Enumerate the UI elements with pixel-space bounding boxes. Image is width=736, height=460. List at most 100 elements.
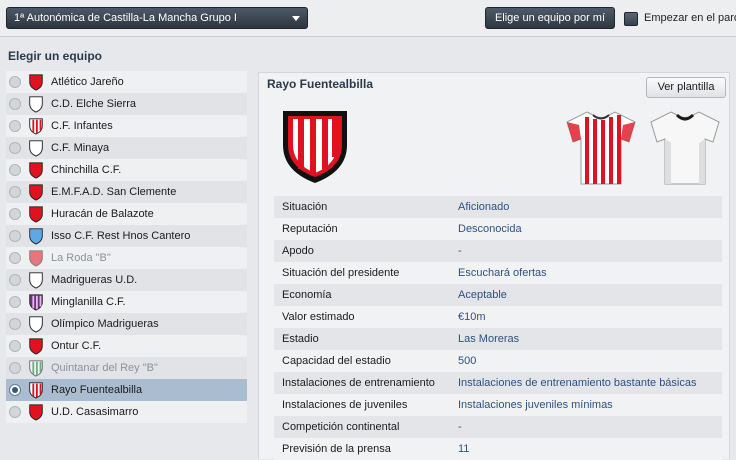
home-kit-shirt-icon <box>566 111 636 185</box>
blue-shield-crest-icon <box>29 228 43 245</box>
start-unemployed-label: Empezar en el paro <box>644 12 736 24</box>
team-name: U.D. Casasimarro <box>51 406 139 418</box>
info-label: Capacidad del estadio <box>282 355 391 367</box>
radio-button[interactable] <box>9 362 21 374</box>
info-row: Previsión de la prensa 11 <box>274 438 722 460</box>
white-shield-crest-icon <box>29 316 43 333</box>
info-row: Reputación Desconocida <box>274 218 722 240</box>
team-row[interactable]: La Roda "B" <box>6 247 247 269</box>
team-row[interactable]: E.M.F.A.D. San Clemente <box>6 181 247 203</box>
top-bar: 1ª Autonómica de Castilla-La Mancha Grup… <box>0 0 736 37</box>
start-unemployed-checkbox[interactable] <box>624 12 638 26</box>
info-value: Desconocida <box>458 223 522 235</box>
info-label: Reputación <box>282 223 338 235</box>
team-info-table: Situación Aficionado Reputación Desconocid… <box>274 196 722 460</box>
white-shield-crest-icon <box>29 272 43 289</box>
radio-button[interactable] <box>9 120 21 132</box>
radio-button[interactable] <box>9 296 21 308</box>
team-name: C.D. Elche Sierra <box>51 98 136 110</box>
chevron-down-icon <box>292 16 300 21</box>
radio-button-selected[interactable] <box>9 384 21 396</box>
info-row: Instalaciones de juveniles Instalaciones … <box>274 394 722 416</box>
team-name: Rayo Fuentealbilla <box>51 384 143 396</box>
radio-button[interactable] <box>9 98 21 110</box>
team-name: Ontur C.F. <box>51 340 102 352</box>
info-label: Apodo <box>282 245 314 257</box>
team-name: Atlético Jareño <box>51 76 124 88</box>
radio-button[interactable] <box>9 186 21 198</box>
info-value: 500 <box>458 355 477 367</box>
radio-button[interactable] <box>9 230 21 242</box>
white-shield-crest-icon <box>29 96 43 113</box>
team-row[interactable]: Ontur C.F. <box>6 335 247 357</box>
green-white-striped-crest-icon <box>29 360 43 377</box>
radio-button[interactable] <box>9 406 21 418</box>
radio-button[interactable] <box>9 142 21 154</box>
info-value: Escuchará ofertas <box>458 267 547 279</box>
red-shield-crest-icon <box>29 250 43 267</box>
info-label: Economía <box>282 289 332 301</box>
purple-striped-crest-icon <box>29 294 43 311</box>
team-row[interactable]: Atlético Jareño <box>6 71 247 93</box>
info-label: Valor estimado <box>282 311 355 323</box>
info-label: Competición continental <box>282 421 400 433</box>
radio-button[interactable] <box>9 252 21 264</box>
info-value: 11 <box>458 443 470 455</box>
info-value: Instalaciones de entrenamiento bastante … <box>458 377 697 389</box>
radio-button[interactable] <box>9 208 21 220</box>
radio-button[interactable] <box>9 274 21 286</box>
team-row[interactable]: Madrigueras U.D. <box>6 269 247 291</box>
team-row[interactable]: Chinchilla C.F. <box>6 159 247 181</box>
info-label: Situación <box>282 201 328 213</box>
info-label: Estadio <box>282 333 319 345</box>
team-crest-icon <box>283 111 347 183</box>
red-shield-crest-icon <box>29 206 43 223</box>
info-value: Las Moreras <box>458 333 520 345</box>
info-value: Aceptable <box>458 289 507 301</box>
info-row: Situación del presidente Escuchará oferta… <box>274 262 722 284</box>
info-label: Instalaciones de juveniles <box>282 399 408 411</box>
team-row[interactable]: U.D. Casasimarro <box>6 401 247 423</box>
radio-button[interactable] <box>9 318 21 330</box>
info-value: Aficionado <box>458 201 510 213</box>
red-shield-crest-icon <box>29 162 43 179</box>
red-shield-crest-icon <box>29 74 43 91</box>
team-row[interactable]: Olímpico Madrigueras <box>6 313 247 335</box>
league-dropdown-label: 1ª Autonómica de Castilla-La Mancha Grup… <box>14 12 237 24</box>
team-row-selected[interactable]: Rayo Fuentealbilla <box>6 379 247 401</box>
radio-button[interactable] <box>9 164 21 176</box>
away-kit-shirt-icon <box>650 111 720 185</box>
red-shield-crest-icon <box>29 404 43 421</box>
team-name: Quintanar del Rey "B" <box>51 362 158 374</box>
info-label: Situación del presidente <box>282 267 400 279</box>
team-row[interactable]: Quintanar del Rey "B" <box>6 357 247 379</box>
radio-button[interactable] <box>9 76 21 88</box>
red-white-striped-crest-icon <box>29 118 43 135</box>
info-row: Situación Aficionado <box>274 196 722 218</box>
info-row: Apodo - <box>274 240 722 262</box>
info-value: Instalaciones juveniles mínimas <box>458 399 613 411</box>
team-name: Minglanilla C.F. <box>51 296 126 308</box>
team-name: Huracán de Balazote <box>51 208 154 220</box>
team-row[interactable]: Huracán de Balazote <box>6 203 247 225</box>
white-shield-crest-icon <box>29 140 43 157</box>
info-row: Estadio Las Moreras <box>274 328 722 350</box>
radio-button[interactable] <box>9 340 21 352</box>
team-row[interactable]: Isso C.F. Rest Hnos Cantero <box>6 225 247 247</box>
team-row[interactable]: C.D. Elche Sierra <box>6 93 247 115</box>
team-name: Isso C.F. Rest Hnos Cantero <box>51 230 191 242</box>
info-row: Capacidad del estadio 500 <box>274 350 722 372</box>
info-label: Instalaciones de entrenamiento <box>282 377 435 389</box>
team-row[interactable]: Minglanilla C.F. <box>6 291 247 313</box>
league-dropdown[interactable]: 1ª Autonómica de Castilla-La Mancha Grup… <box>6 7 308 29</box>
team-row[interactable]: C.F. Infantes <box>6 115 247 137</box>
team-row[interactable]: C.F. Minaya <box>6 137 247 159</box>
info-row: Competición continental - <box>274 416 722 438</box>
team-name: La Roda "B" <box>51 252 111 264</box>
team-name: Olímpico Madrigueras <box>51 318 159 330</box>
view-squad-button[interactable]: Ver plantilla <box>646 77 726 98</box>
team-list: Atlético Jareño C.D. Elche Sierra C.F. I… <box>6 71 247 423</box>
info-label: Previsión de la prensa <box>282 443 391 455</box>
pick-team-for-me-button[interactable]: Elige un equipo por mí <box>485 7 615 29</box>
team-name: Chinchilla C.F. <box>51 164 122 176</box>
